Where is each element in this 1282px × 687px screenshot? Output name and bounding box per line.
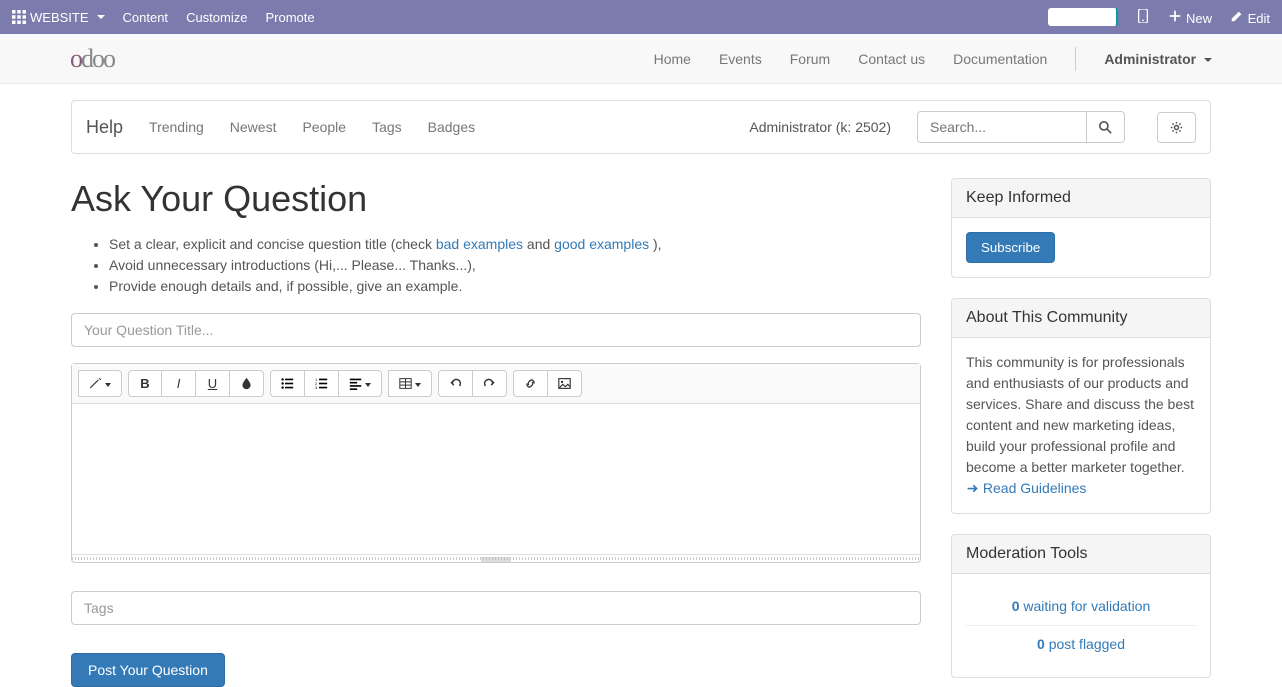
grid-icon	[12, 10, 26, 24]
new-button[interactable]: New	[1168, 9, 1212, 26]
tab-trending[interactable]: Trending	[149, 119, 204, 135]
website-label: WEBSITE	[30, 10, 89, 25]
editor-toolbar: B I U 123	[72, 364, 920, 404]
nav-forum[interactable]: Forum	[790, 51, 830, 67]
image-icon	[558, 377, 571, 390]
ul-button[interactable]	[270, 370, 305, 397]
redo-button[interactable]	[473, 370, 507, 397]
editor-content[interactable]	[72, 404, 920, 554]
mod-flagged-item[interactable]: 0 post flagged	[966, 625, 1196, 663]
image-button[interactable]	[548, 370, 582, 397]
pencil-icon	[1230, 9, 1244, 23]
mobile-icon	[1136, 9, 1150, 23]
guidelines-list: Set a clear, explicit and concise questi…	[71, 234, 921, 297]
style-dropdown[interactable]	[78, 370, 122, 397]
rich-text-editor: B I U 123	[71, 363, 921, 563]
nav-events[interactable]: Events	[719, 51, 762, 67]
nav-admin-menu[interactable]: Administrator	[1104, 51, 1212, 67]
tab-newest[interactable]: Newest	[230, 119, 277, 135]
forum-title[interactable]: Help	[86, 117, 123, 138]
good-examples-link[interactable]: good examples	[554, 236, 649, 252]
tab-people[interactable]: People	[302, 119, 346, 135]
guideline-item: Avoid unnecessary introductions (Hi,... …	[109, 255, 921, 276]
magic-icon	[89, 377, 102, 390]
panel-title: About This Community	[952, 299, 1210, 338]
logo[interactable]: odoo	[70, 44, 114, 74]
caret-down-icon	[97, 15, 105, 19]
about-text: This community is for professionals and …	[966, 354, 1194, 475]
editor-resize-handle[interactable]	[72, 554, 920, 562]
subscribe-button[interactable]: Subscribe	[966, 232, 1055, 263]
underline-button[interactable]: U	[196, 370, 230, 397]
align-left-icon	[349, 377, 362, 390]
caret-down-icon	[415, 383, 421, 387]
table-dropdown[interactable]	[388, 370, 432, 397]
link-button[interactable]	[513, 370, 548, 397]
caret-down-icon	[365, 383, 371, 387]
plus-icon	[1168, 9, 1182, 23]
color-button[interactable]	[230, 370, 264, 397]
tags-input[interactable]	[71, 591, 921, 625]
caret-down-icon	[1204, 58, 1212, 62]
svg-text:3: 3	[315, 385, 318, 390]
user-karma[interactable]: Administrator (k: 2502)	[749, 119, 891, 135]
read-guidelines-link[interactable]: Read Guidelines	[966, 480, 1086, 496]
editor-topbar: WEBSITE Content Customize Promote New Ed…	[0, 0, 1282, 34]
mod-validation-item[interactable]: 0 waiting for validation	[966, 588, 1196, 625]
promote-link[interactable]: Promote	[265, 10, 314, 25]
guideline-item: Provide enough details and, if possible,…	[109, 276, 921, 297]
customize-link[interactable]: Customize	[186, 10, 247, 25]
table-icon	[399, 377, 412, 390]
search-button[interactable]	[1087, 111, 1125, 143]
bold-button[interactable]: B	[128, 370, 162, 397]
content-link[interactable]: Content	[123, 10, 169, 25]
forum-settings-button[interactable]	[1157, 112, 1196, 143]
tab-badges[interactable]: Badges	[428, 119, 475, 135]
about-community-panel: About This Community This community is f…	[951, 298, 1211, 514]
bad-examples-link[interactable]: bad examples	[436, 236, 523, 252]
caret-down-icon	[105, 383, 111, 387]
moderation-tools-panel: Moderation Tools 0 waiting for validatio…	[951, 534, 1211, 678]
question-title-input[interactable]	[71, 313, 921, 347]
search-input[interactable]	[917, 111, 1087, 143]
list-ul-icon	[281, 377, 294, 390]
link-icon	[524, 377, 537, 390]
nav-divider	[1075, 47, 1076, 71]
forum-bar: Help Trending Newest People Tags Badges …	[71, 100, 1211, 154]
panel-title: Keep Informed	[952, 179, 1210, 218]
tab-tags[interactable]: Tags	[372, 119, 402, 135]
nav-contact[interactable]: Contact us	[858, 51, 925, 67]
nav-documentation[interactable]: Documentation	[953, 51, 1047, 67]
undo-button[interactable]	[438, 370, 473, 397]
website-menu-button[interactable]: WEBSITE	[12, 10, 105, 25]
arrow-right-icon	[966, 482, 979, 495]
edit-button[interactable]: Edit	[1230, 9, 1270, 26]
page-title: Ask Your Question	[71, 178, 921, 220]
site-navbar: odoo Home Events Forum Contact us Docume…	[0, 34, 1282, 84]
guideline-item: Set a clear, explicit and concise questi…	[109, 234, 921, 255]
undo-icon	[449, 377, 462, 390]
nav-home[interactable]: Home	[654, 51, 691, 67]
search-icon	[1099, 121, 1112, 134]
publish-toggle[interactable]	[1048, 8, 1118, 26]
ol-button[interactable]: 123	[305, 370, 339, 397]
gear-icon	[1170, 121, 1183, 134]
post-question-button[interactable]: Post Your Question	[71, 653, 225, 687]
keep-informed-panel: Keep Informed Subscribe	[951, 178, 1211, 278]
italic-button[interactable]: I	[162, 370, 196, 397]
tint-icon	[240, 377, 253, 390]
list-ol-icon: 123	[315, 377, 328, 390]
panel-title: Moderation Tools	[952, 535, 1210, 574]
mobile-preview-button[interactable]	[1136, 9, 1150, 26]
redo-icon	[483, 377, 496, 390]
align-dropdown[interactable]	[339, 370, 382, 397]
